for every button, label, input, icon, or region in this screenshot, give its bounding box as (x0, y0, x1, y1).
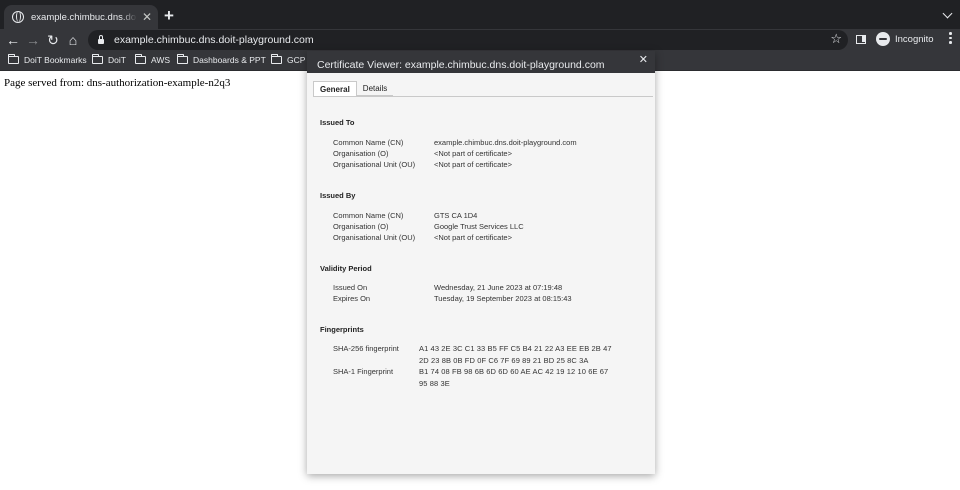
incognito-label: Incognito (895, 33, 934, 45)
field-value: Wednesday, 21 June 2023 at 07:19:48 (434, 283, 563, 292)
bookmark-folder-doit-bookmarks[interactable]: DoiT Bookmarks (8, 54, 87, 65)
forward-button[interactable]: → (25, 31, 41, 49)
field-label: SHA-1 Fingerprint (333, 367, 394, 376)
bookmark-label: DoiT (108, 55, 126, 65)
folder-icon (92, 54, 103, 64)
close-tab-icon[interactable]: ✕ (142, 11, 152, 23)
field-value: <Not part of certificate> (434, 160, 512, 169)
browser-tab[interactable]: example.chimbuc.dns.doit-playground.com … (4, 5, 158, 29)
field-label: Organisation (O) (333, 149, 389, 158)
field-value: example.chimbuc.dns.doit-playground.com (434, 138, 577, 147)
folder-icon (271, 54, 282, 64)
browser-toolbar: ← → ↻ ⌂ example.chimbuc.dns.doit-playgro… (0, 29, 960, 51)
field-value: Tuesday, 19 September 2023 at 08:15:43 (434, 294, 572, 303)
field-label: Organisation (O) (333, 222, 389, 231)
field-label: Common Name (CN) (333, 138, 404, 147)
dialog-title: Certificate Viewer: example.chimbuc.dns.… (317, 59, 605, 71)
new-tab-button[interactable]: + (164, 7, 174, 24)
bookmark-folder-aws[interactable]: AWS (135, 54, 171, 65)
section-heading-issued-by: Issued By (320, 191, 356, 200)
sha256-fingerprint-value: A1 43 2E 3C C1 33 B5 FF C5 B4 21 22 A3 E… (419, 344, 612, 365)
address-bar[interactable]: example.chimbuc.dns.doit-playground.com … (88, 30, 848, 50)
side-panel-icon[interactable] (856, 35, 866, 44)
tab-strip: example.chimbuc.dns.doit-playground.com … (0, 0, 960, 29)
url-text[interactable]: example.chimbuc.dns.doit-playground.com (114, 34, 314, 46)
reload-button[interactable]: ↻ (45, 31, 61, 49)
section-heading-issued-to: Issued To (320, 118, 355, 127)
field-value: Google Trust Services LLC (434, 222, 524, 231)
incognito-indicator[interactable]: Incognito (876, 32, 934, 46)
dialog-tabs: General Details (313, 81, 394, 96)
back-button[interactable]: ← (5, 31, 21, 49)
close-icon[interactable]: ✕ (639, 53, 648, 66)
folder-icon (177, 54, 188, 64)
certificate-viewer-dialog: Certificate Viewer: example.chimbuc.dns.… (307, 51, 655, 474)
folder-icon (8, 54, 19, 64)
folder-icon (135, 54, 146, 64)
page-served-text: Page served from: dns-authorization-exam… (4, 77, 231, 89)
tab-title: example.chimbuc.dns.doit-playground.com (31, 11, 137, 23)
field-value: <Not part of certificate> (434, 149, 512, 158)
bookmark-label: Dashboards & PPT (193, 55, 266, 65)
chevron-down-icon[interactable] (942, 8, 953, 19)
bookmark-folder-dashboards[interactable]: Dashboards & PPT (177, 54, 266, 65)
field-label: Organisational Unit (OU) (333, 160, 416, 169)
sha1-fingerprint-value: B1 74 08 FB 98 6B 6D 6D 60 AE AC 42 19 1… (419, 367, 609, 388)
bookmark-star-icon[interactable]: ☆ (830, 31, 842, 47)
field-label: Expires On (333, 294, 371, 303)
dialog-body: General Details Issued To Common Name (C… (307, 73, 655, 474)
home-button[interactable]: ⌂ (65, 31, 81, 49)
field-label: SHA-256 fingerprint (333, 344, 399, 353)
field-label: Organisational Unit (OU) (333, 233, 416, 242)
tab-details[interactable]: Details (356, 81, 394, 96)
bookmark-label: AWS (151, 55, 171, 65)
field-value: GTS CA 1D4 (434, 211, 478, 220)
incognito-icon (876, 32, 890, 46)
section-heading-validity: Validity Period (320, 264, 372, 273)
globe-icon (12, 11, 24, 23)
tab-general[interactable]: General (313, 81, 357, 96)
field-value: <Not part of certificate> (434, 233, 512, 242)
bookmark-label: GCP (287, 55, 306, 65)
field-label: Common Name (CN) (333, 211, 404, 220)
bookmark-folder-doit[interactable]: DoiT (92, 54, 126, 65)
section-heading-fingerprints: Fingerprints (320, 325, 364, 334)
more-menu-icon[interactable] (949, 32, 952, 46)
dialog-header: Certificate Viewer: example.chimbuc.dns.… (307, 51, 655, 73)
bookmark-folder-gcp[interactable]: GCP (271, 54, 306, 65)
bookmark-label: DoiT Bookmarks (24, 55, 87, 65)
tab-divider (313, 96, 653, 97)
field-label: Issued On (333, 283, 368, 292)
lock-icon[interactable] (98, 35, 104, 44)
